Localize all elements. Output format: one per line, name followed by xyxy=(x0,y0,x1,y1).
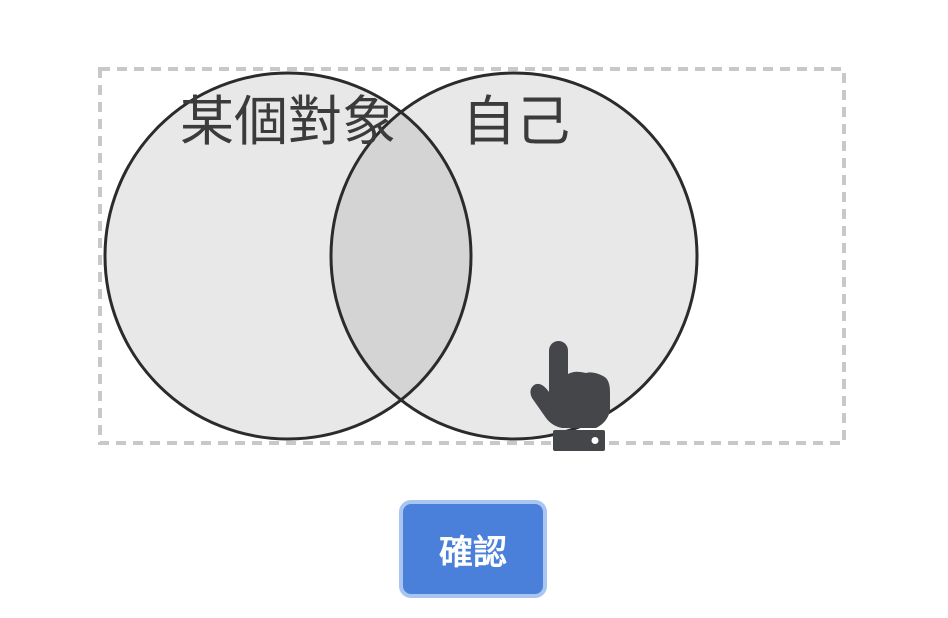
venn-question-area: 某個對象 自己 確認 xyxy=(0,0,948,614)
left-set-label: 某個對象 xyxy=(180,90,396,153)
right-set-label: 自己 xyxy=(462,90,570,153)
confirm-button[interactable]: 確認 xyxy=(399,500,547,598)
